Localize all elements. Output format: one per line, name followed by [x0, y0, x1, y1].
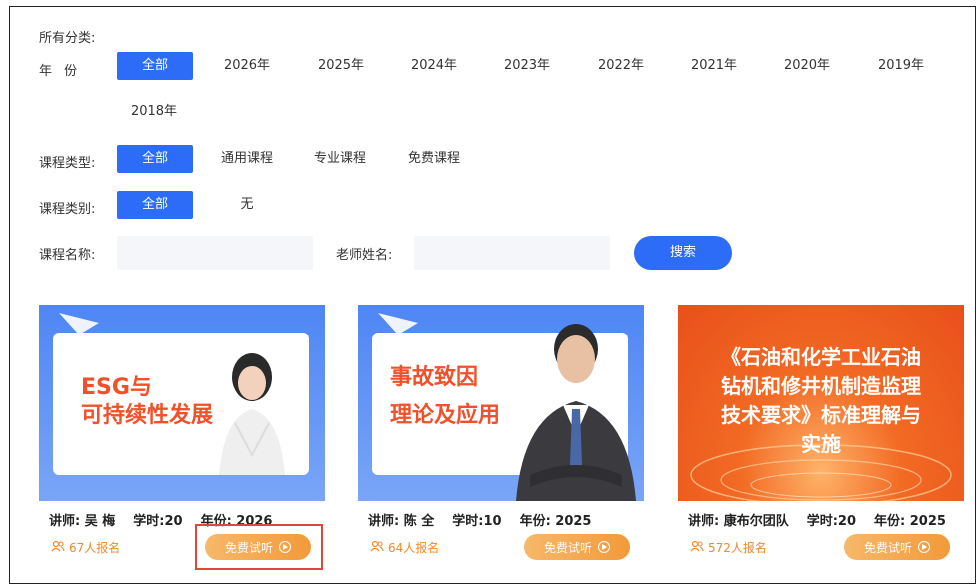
thumbnail-title-line2: 可持续性发展 — [81, 403, 214, 428]
course-teacher: 讲师: 康布尔团队 — [688, 514, 789, 529]
course-teacher: 讲师: 吴 梅 — [49, 514, 116, 529]
thumbnail-title-line2: 钻机和修井机制造监理 — [721, 374, 921, 398]
year-option-all[interactable]: 全部 — [117, 52, 193, 80]
course-thumbnail[interactable]: 事故致因 理论及应用 — [358, 305, 644, 501]
search-button[interactable]: 搜索 — [634, 236, 732, 270]
course-name-label: 课程名称: — [39, 248, 96, 263]
enroll-count: 64人报名 — [370, 539, 439, 556]
thumbnail-title-line1: 事故致因 — [390, 365, 479, 390]
year-label: 年 份 — [39, 64, 82, 79]
course-hours: 学时:10 — [452, 514, 502, 529]
users-icon — [690, 540, 704, 555]
year-option-2025[interactable]: 2025年 — [306, 52, 376, 80]
course-meta: 讲师: 康布尔团队 学时:20 年份: 2025 — [688, 510, 946, 529]
enroll-count: 67人报名 — [51, 539, 120, 556]
type-option-all[interactable]: 全部 — [117, 145, 193, 173]
thumbnail-title-line4: 实施 — [801, 432, 841, 456]
type-option-free[interactable]: 免费课程 — [399, 145, 469, 173]
enroll-count-text: 67人报名 — [69, 541, 121, 555]
year-option-2021[interactable]: 2021年 — [679, 52, 749, 80]
class-option-none[interactable]: 无 — [212, 191, 282, 219]
users-icon — [370, 540, 384, 555]
course-hours: 学时:20 — [806, 514, 857, 529]
thumbnail-title-line3: 技术要求》标准理解与 — [721, 403, 921, 427]
teacher-name-label: 老师姓名: — [336, 248, 393, 263]
course-name-input[interactable] — [117, 236, 313, 270]
course-year: 年份: 2025 — [519, 514, 592, 529]
year-option-2023[interactable]: 2023年 — [492, 52, 562, 80]
year-option-2024[interactable]: 2024年 — [399, 52, 469, 80]
enroll-count-text: 572人报名 — [708, 541, 767, 555]
course-type-label: 课程类型: — [39, 156, 96, 171]
free-trial-label: 免费试听 — [543, 540, 592, 555]
free-trial-label: 免费试听 — [863, 540, 912, 555]
year-option-2022[interactable]: 2022年 — [586, 52, 656, 80]
course-thumbnail[interactable]: 《石油和化学工业石油 钻机和修井机制造监理 技术要求》标准理解与 实施 — [678, 305, 964, 501]
type-option-professional[interactable]: 专业课程 — [305, 145, 375, 173]
course-meta: 讲师: 陈 全 学时:10 年份: 2025 — [368, 510, 591, 529]
class-option-all[interactable]: 全部 — [117, 191, 193, 219]
course-card[interactable]: 事故致因 理论及应用 讲师: 陈 全 学时:10 年份: 2025 64人报名 免费… — [358, 305, 644, 569]
enroll-count: 572人报名 — [690, 539, 767, 556]
type-option-general[interactable]: 通用课程 — [212, 145, 282, 173]
highlight-box — [195, 524, 323, 570]
thumbnail-title: 《石油和化学工业石油 钻机和修井机制造监理 技术要求》标准理解与 实施 — [678, 343, 964, 459]
year-option-2026[interactable]: 2026年 — [212, 52, 282, 80]
thumbnail-title-line2: 理论及应用 — [390, 403, 501, 428]
play-icon — [598, 541, 610, 553]
users-icon — [51, 540, 65, 555]
thumbnail-title-line1: ESG与 — [81, 375, 152, 400]
year-option-2020[interactable]: 2020年 — [772, 52, 842, 80]
free-trial-button[interactable]: 免费试听 — [844, 534, 950, 560]
course-thumbnail[interactable]: ESG与 可持续性发展 — [39, 305, 325, 501]
year-option-2018[interactable]: 2018年 — [119, 98, 189, 126]
page-frame: 所有分类: 年 份 全部 2026年 2025年 2024年 2023年 202… — [9, 6, 976, 584]
course-year: 年份: 2025 — [874, 514, 946, 529]
category-label: 所有分类: — [39, 31, 96, 46]
year-option-2019[interactable]: 2019年 — [866, 52, 936, 80]
course-hours: 学时:20 — [133, 514, 183, 529]
enroll-count-text: 64人报名 — [388, 541, 440, 555]
course-class-label: 课程类别: — [39, 202, 96, 217]
play-icon — [918, 541, 930, 553]
teacher-name-input[interactable] — [414, 236, 610, 270]
course-card[interactable]: 《石油和化学工业石油 钻机和修井机制造监理 技术要求》标准理解与 实施 讲师: … — [678, 305, 964, 569]
thumbnail-title-line1: 《石油和化学工业石油 — [721, 345, 921, 369]
free-trial-button[interactable]: 免费试听 — [524, 534, 630, 560]
course-teacher: 讲师: 陈 全 — [368, 514, 435, 529]
